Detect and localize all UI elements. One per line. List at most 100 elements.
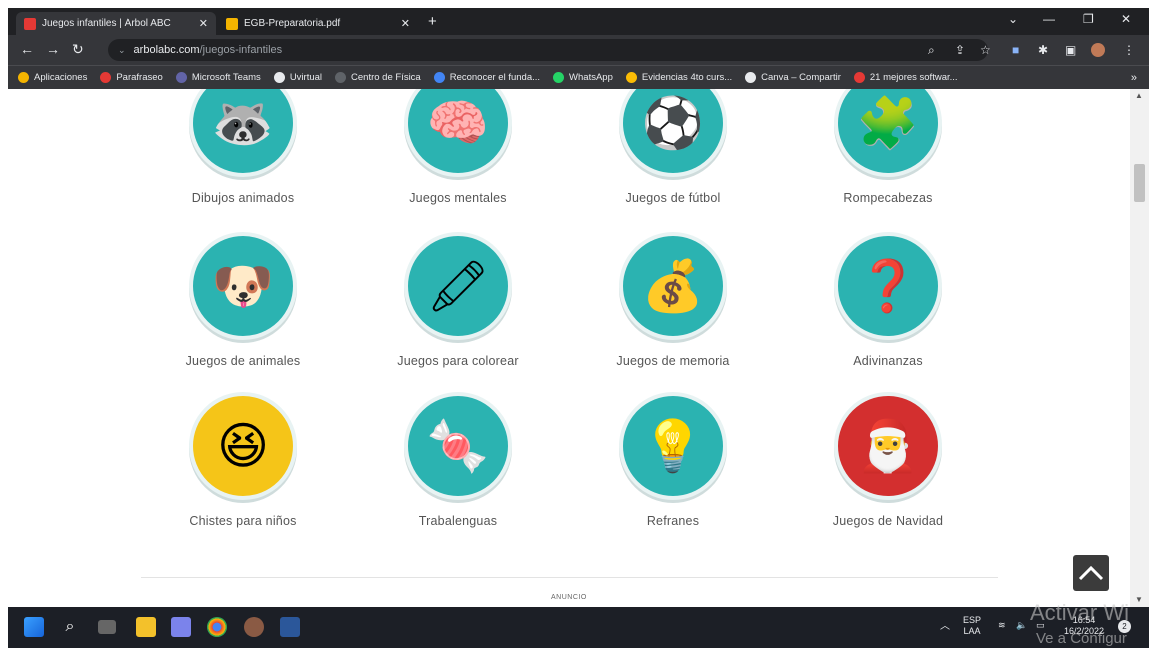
category-card[interactable]: 🖍 Juegos para colorear — [358, 232, 558, 368]
tab-title: Juegos infantiles | Árbol ABC — [42, 18, 171, 29]
category-glyph: 🐶 — [211, 258, 275, 314]
treasure-icon: 💰 — [619, 232, 727, 340]
category-label: Adivinanzas — [853, 354, 923, 368]
bookmark-icon — [745, 72, 757, 83]
bookmark-icon — [18, 72, 29, 83]
tab-arbolabc[interactable]: Juegos infantiles | Árbol ABC ✕ — [16, 12, 216, 35]
tray-chevron-icon[interactable]: ︿ — [940, 621, 950, 632]
category-card[interactable]: 🧠 Juegos mentales — [358, 89, 558, 205]
bookmark-item[interactable]: 21 mejores softwar... — [853, 72, 958, 83]
address-bar[interactable]: ⌄ arbolabc.com/juegos-infantiles — [108, 39, 988, 61]
category-glyph: 💰 — [641, 258, 705, 314]
category-card[interactable]: 💡 Refranes — [573, 392, 773, 528]
chevron-up-icon — [1078, 565, 1104, 581]
scrollbar-thumb[interactable] — [1134, 164, 1145, 202]
category-glyph: 🧩 — [856, 95, 920, 151]
bookmark-item[interactable]: WhatsApp — [553, 72, 613, 83]
zoom-icon[interactable]: ⌕ — [928, 43, 935, 58]
category-card[interactable]: 🦝 Dibujos animados — [143, 89, 343, 205]
minimize-button[interactable]: — — [1043, 12, 1055, 26]
bookmark-star-icon[interactable]: ☆ — [980, 43, 991, 57]
category-label: Juegos mentales — [409, 191, 507, 205]
bookmark-item[interactable]: Centro de Física — [335, 72, 421, 83]
close-tab-icon[interactable]: ✕ — [401, 17, 410, 30]
category-card[interactable]: 🍬 Trabalenguas — [358, 392, 558, 528]
start-icon[interactable] — [24, 617, 44, 637]
reload-button[interactable]: ↻ — [72, 41, 84, 58]
site-info-icon[interactable]: ⌄ — [118, 45, 126, 56]
category-card[interactable]: 😆 Chistes para niños — [143, 392, 343, 528]
bookmark-label: Reconocer el funda... — [449, 72, 541, 83]
crayons-icon: 🖍 — [404, 232, 512, 340]
wifi-icon[interactable]: ≋ — [998, 620, 1006, 631]
bookmark-label: Parafraseo — [116, 72, 163, 83]
profile-avatar[interactable] — [1091, 43, 1105, 57]
close-tab-icon[interactable]: ✕ — [199, 17, 208, 30]
arbolabc-favicon-icon — [24, 17, 36, 30]
bookmark-item[interactable]: Aplicaciones — [18, 72, 87, 83]
bookmark-label: WhatsApp — [569, 72, 613, 83]
category-label: Juegos de animales — [185, 354, 301, 368]
category-card[interactable]: 🐶 Juegos de animales — [143, 232, 343, 368]
category-card[interactable]: ❓ Adivinanzas — [788, 232, 988, 368]
bookmark-item[interactable]: Parafraseo — [100, 72, 163, 83]
chrome-icon[interactable] — [207, 617, 227, 637]
chrome-profile-icon[interactable] — [244, 617, 264, 637]
url-path: /juegos-infantiles — [199, 44, 283, 56]
category-card[interactable]: 💰 Juegos de memoria — [573, 232, 773, 368]
tab-strip: Juegos infantiles | Árbol ABC ✕ EGB-Prep… — [8, 8, 1149, 35]
side-panel-icon[interactable]: ▣ — [1065, 43, 1076, 57]
restore-button[interactable]: ❐ — [1083, 12, 1094, 26]
question-box-icon: ❓ — [834, 232, 942, 340]
bookmark-icon — [175, 72, 187, 83]
category-glyph: 🍬 — [426, 418, 490, 474]
scroll-down-icon[interactable]: ▼ — [1135, 595, 1143, 604]
bookmark-item[interactable]: Canva – Compartir — [745, 72, 841, 83]
tab-search-icon[interactable]: ⌄ — [1008, 12, 1018, 26]
category-label: Dibujos animados — [191, 191, 295, 205]
bookmark-item[interactable]: Evidencias 4to curs... — [625, 72, 732, 83]
task-view-icon[interactable] — [98, 620, 116, 634]
category-label: Juegos de fútbol — [625, 191, 721, 205]
share-icon[interactable]: ⇪ — [955, 43, 965, 57]
raccoon-icon: 🦝 — [189, 89, 297, 177]
bookmark-item[interactable]: Uvirtual — [273, 72, 322, 83]
forward-button[interactable]: → — [46, 41, 60, 57]
search-icon[interactable]: ⌕ — [60, 617, 80, 637]
file-explorer-icon[interactable] — [136, 617, 156, 637]
more-bookmarks-icon[interactable]: » — [1131, 72, 1137, 84]
region-code: LAA — [963, 626, 981, 636]
santa-icon: 🎅 — [834, 392, 942, 500]
category-card[interactable]: 🧩 Rompecabezas — [788, 89, 988, 205]
category-card[interactable]: ⚽ Juegos de fútbol — [573, 89, 773, 205]
bookmark-icon — [273, 72, 285, 83]
bookmark-icon — [625, 72, 637, 83]
language-indicator[interactable]: ESP LAA — [963, 615, 981, 637]
category-card[interactable]: 🎅 Juegos de Navidad — [788, 392, 988, 528]
activation-watermark: Activar Wi — [1030, 600, 1129, 625]
bookmark-item[interactable]: Reconocer el funda... — [433, 72, 541, 83]
category-label: Rompecabezas — [843, 191, 933, 205]
bookmark-label: Centro de Física — [351, 72, 421, 83]
bookmark-icon — [853, 72, 865, 83]
new-tab-button[interactable]: + — [428, 13, 437, 30]
extensions-puzzle-icon[interactable]: ✱ — [1038, 43, 1048, 57]
tab-pdf[interactable]: EGB-Preparatoria.pdf ✕ — [218, 12, 418, 35]
category-label: Chistes para niños — [189, 514, 297, 528]
volume-icon[interactable]: 🔈 — [1016, 620, 1027, 631]
bookmark-icon — [553, 72, 565, 83]
category-glyph: 🎅 — [856, 418, 920, 474]
back-to-top-button[interactable] — [1073, 555, 1109, 591]
extension-icon[interactable]: ■ — [1012, 43, 1019, 57]
scroll-up-icon[interactable]: ▲ — [1135, 91, 1143, 100]
teams-icon[interactable] — [171, 617, 191, 637]
word-icon[interactable] — [280, 617, 300, 637]
category-glyph: 🦝 — [211, 95, 275, 151]
bookmark-item[interactable]: Microsoft Teams — [175, 72, 261, 83]
scrollbar[interactable]: ▲ ▼ — [1130, 89, 1149, 607]
divider — [141, 577, 998, 578]
ad-label: ANUNCIO — [551, 594, 587, 601]
close-window-button[interactable]: ✕ — [1121, 12, 1131, 26]
menu-icon[interactable]: ⋮ — [1123, 43, 1135, 57]
back-button[interactable]: ← — [20, 41, 34, 57]
